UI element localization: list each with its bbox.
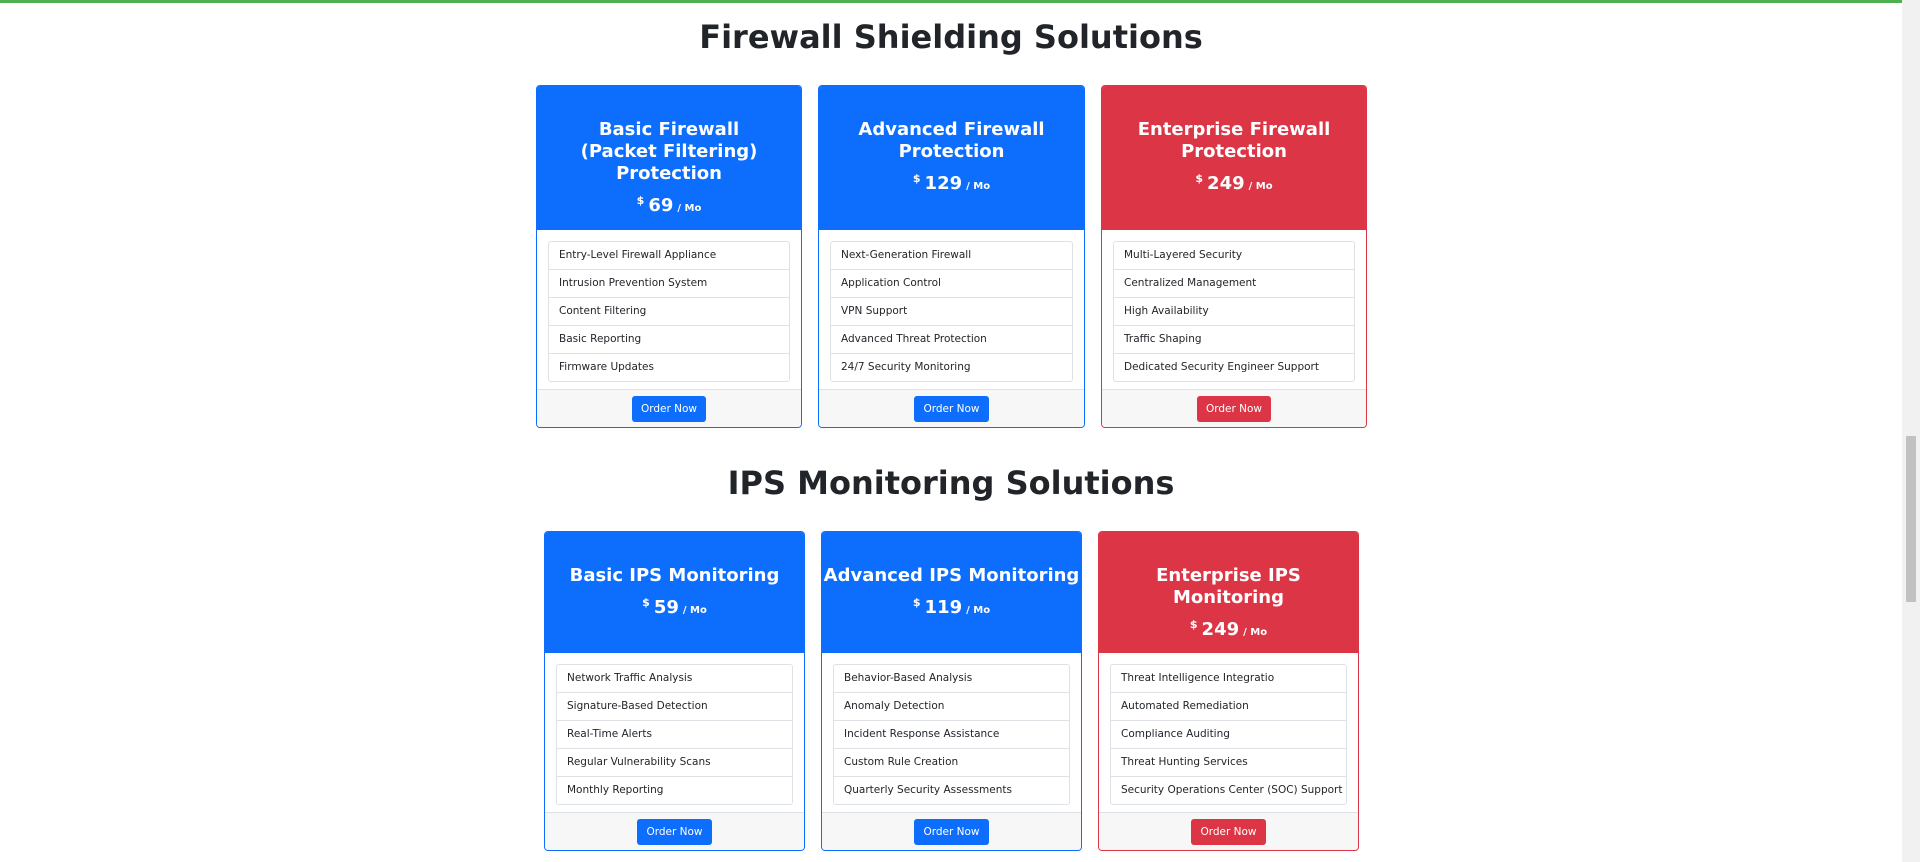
plan-price: $69/ Mo [537,191,801,219]
section-title-ips: IPS Monitoring Solutions [727,464,1175,502]
plan-price: $129/ Mo [819,169,1084,197]
plan-price: $119/ Mo [822,593,1081,621]
feature-item: Application Control [831,269,1072,297]
feature-item: Firmware Updates [549,353,789,381]
feature-item: Entry-Level Firewall Appliance [559,249,717,261]
feature-item: Anomaly Detection [834,692,1069,720]
plan-card-basic-ips: Basic IPS Monitoring $59/ Mo Network Tra… [544,531,805,851]
plan-card-footer: Order Now [819,389,1084,427]
feature-item: Advanced Threat Protection [831,325,1072,353]
order-now-button[interactable]: Order Now [914,818,989,845]
feature-list: Threat Intelligence Integratio Automated… [1110,664,1347,805]
plan-card-advanced-ips: Advanced IPS Monitoring $119/ Mo Behavio… [821,531,1082,851]
feature-item: Quarterly Security Assessments [834,776,1069,804]
price-period: / Mo [682,605,707,616]
price-period: / Mo [966,181,991,192]
feature-item: Centralized Management [1114,269,1354,297]
plan-title: Advanced IPS Monitoring [823,565,1080,586]
plan-card-header: Advanced IPS Monitoring $119/ Mo [822,532,1081,653]
price-value: 249 [1207,173,1245,194]
currency-symbol: $ [642,596,650,609]
feature-list: Entry-Level Firewall Appliance Intrusion… [548,241,790,382]
plan-title: Enterprise IPS Monitoring [1156,565,1301,608]
feature-item: Real-Time Alerts [557,720,792,748]
feature-item: Security Operations Center (SOC) Support [1111,776,1346,804]
plan-price: $59/ Mo [545,593,804,621]
price-period: / Mo [1243,627,1268,638]
feature-item: Content Filtering [549,297,789,325]
price-period: / Mo [966,605,991,616]
order-now-button[interactable]: Order Now [914,395,989,422]
plan-card-footer: Order Now [1099,812,1358,850]
feature-item: Signature-Based Detection [557,692,792,720]
order-now-button[interactable]: Order Now [631,395,707,422]
feature-item: Incident Response Assistance [834,720,1069,748]
feature-item: Threat Hunting Services [1111,748,1346,776]
feature-list: Next-Generation Firewall Application Con… [830,241,1073,382]
plan-card-enterprise-ips: Enterprise IPS Monitoring $249/ Mo Threa… [1098,531,1359,851]
feature-list: Behavior-Based Analysis Anomaly Detectio… [833,664,1070,805]
order-now-button[interactable]: Order Now [1196,395,1272,422]
price-value: 249 [1201,619,1240,640]
price-period: / Mo [1248,181,1273,192]
plan-card-footer: Order Now [537,389,801,427]
feature-item: High Availability [1114,297,1354,325]
currency-symbol: $ [1195,172,1204,185]
plan-price: $249/ Mo [1102,169,1366,197]
vertical-scrollbar[interactable] [1902,0,1920,862]
plan-card-header: Advanced Firewall Protection $129/ Mo [819,86,1084,230]
plan-card-header: Enterprise Firewall Protection $249/ Mo [1102,86,1366,230]
section-title-firewall: Firewall Shielding Solutions [699,18,1203,56]
plan-title: Basic IPS Monitoring [569,565,780,586]
page: Firewall Shielding Solutions Basic Firew… [0,0,1902,862]
price-value: 69 [648,195,674,216]
price-value: 119 [924,597,963,618]
feature-item: VPN Support [831,297,1072,325]
plan-title: Basic Firewall (Packet Filtering) Protec… [580,119,758,184]
feature-item: Behavior-Based Analysis [844,672,973,684]
feature-item: Monthly Reporting [557,776,792,804]
plan-title: Advanced Firewall Protection [858,119,1045,162]
plan-card-header: Basic IPS Monitoring $59/ Mo [545,532,804,653]
scrollbar-thumb[interactable] [1906,436,1916,602]
plan-card-footer: Order Now [545,812,804,850]
plan-card-header: Basic Firewall (Packet Filtering) Protec… [537,86,801,230]
plan-title: Enterprise Firewall Protection [1137,119,1331,162]
feature-item: Basic Reporting [549,325,789,353]
feature-item: Regular Vulnerability Scans [557,748,792,776]
feature-list: Multi-Layered Security Centralized Manag… [1113,241,1355,382]
currency-symbol: $ [1189,618,1198,631]
price-value: 59 [653,597,679,618]
feature-item: Network Traffic Analysis [567,672,693,684]
plan-card-header: Enterprise IPS Monitoring $249/ Mo [1099,532,1358,653]
feature-item: Dedicated Security Engineer Support [1114,353,1354,381]
feature-list: Network Traffic Analysis Signature-Based… [556,664,793,805]
plan-card-enterprise-firewall: Enterprise Firewall Protection $249/ Mo … [1101,85,1367,428]
order-now-button[interactable]: Order Now [1191,818,1266,845]
feature-item: Compliance Auditing [1111,720,1346,748]
feature-item: Next-Generation Firewall [841,249,972,261]
order-now-button[interactable]: Order Now [637,818,712,845]
feature-item: Multi-Layered Security [1124,249,1243,261]
plan-card-basic-firewall: Basic Firewall (Packet Filtering) Protec… [536,85,802,428]
feature-item: Intrusion Prevention System [549,269,789,297]
plan-card-advanced-firewall: Advanced Firewall Protection $129/ Mo Ne… [818,85,1085,428]
plan-card-footer: Order Now [822,812,1081,850]
feature-item: Threat Intelligence Integratio [1121,672,1275,684]
feature-item: Automated Remediation [1111,692,1346,720]
currency-symbol: $ [912,172,921,185]
price-period: / Mo [677,203,702,214]
feature-item: Custom Rule Creation [834,748,1069,776]
feature-item: Traffic Shaping [1114,325,1354,353]
price-value: 129 [924,173,963,194]
plan-price: $249/ Mo [1099,615,1358,643]
currency-symbol: $ [912,596,921,609]
currency-symbol: $ [636,194,645,207]
plan-card-footer: Order Now [1102,389,1366,427]
feature-item: 24/7 Security Monitoring [831,353,1072,381]
